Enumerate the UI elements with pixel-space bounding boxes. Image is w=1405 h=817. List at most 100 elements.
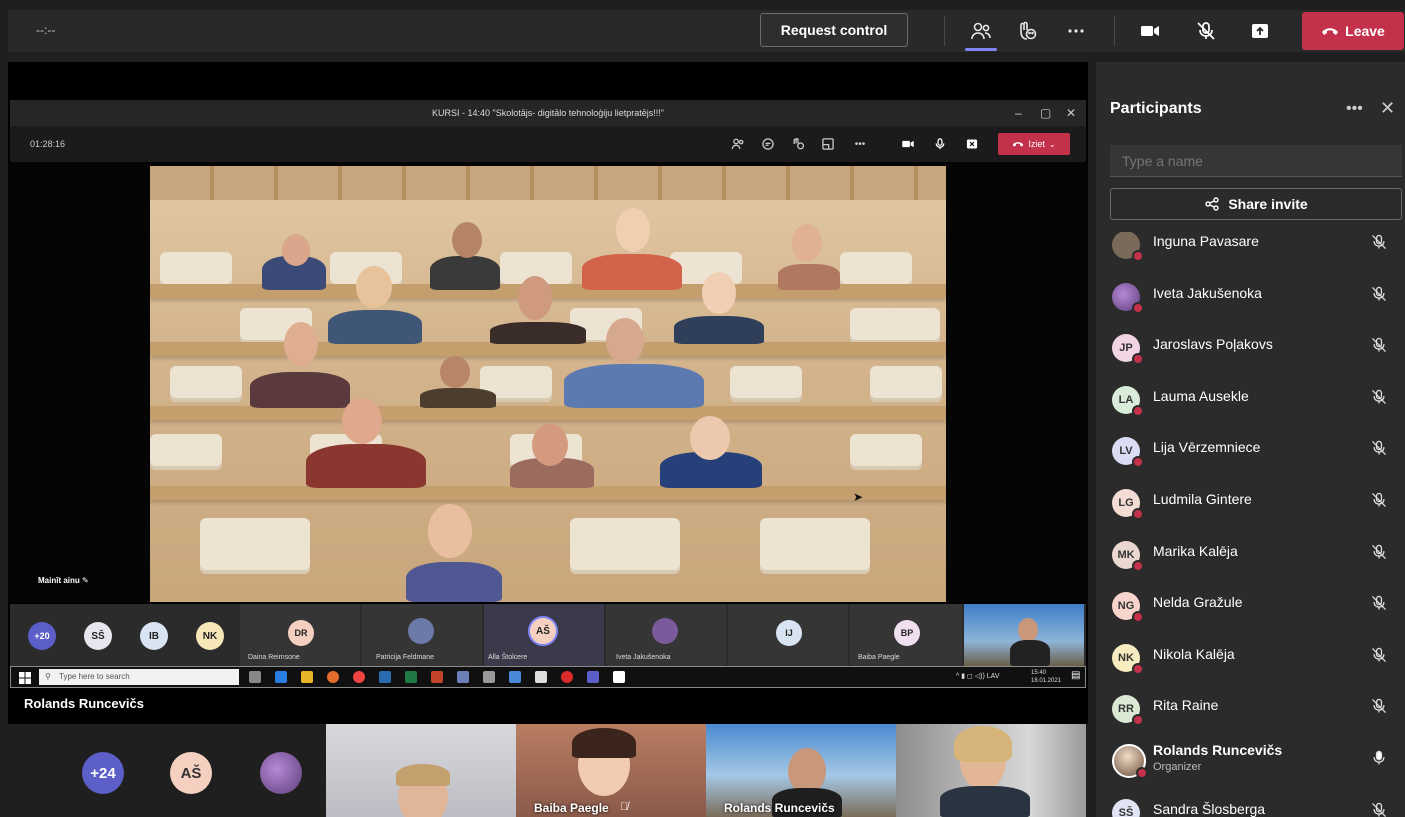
participant-initials: LV [1119, 445, 1133, 458]
minimize-icon: – [1015, 106, 1022, 120]
shared-more-icon: ••• [854, 138, 866, 150]
participant-initials: JP [1119, 342, 1133, 355]
seat [850, 308, 940, 344]
attendee-figure [778, 264, 840, 290]
participant-avatar: JP [1112, 334, 1144, 366]
video-person-hair [396, 764, 450, 786]
participant-avatar: LG [1112, 489, 1144, 520]
participant-avatar: RR [1112, 695, 1144, 727]
attendee-figure [490, 322, 586, 344]
video-tile[interactable] [896, 724, 1086, 817]
participant-row[interactable]: LG Ludmila Gintere [1096, 478, 1405, 529]
app-icon [509, 671, 521, 683]
photo-avatar[interactable] [260, 752, 302, 794]
presence-dot [1132, 714, 1144, 727]
participant-name: Iveta Jakušenoka [1153, 284, 1262, 301]
participant-name: Sandra Šlosberga [1153, 800, 1266, 817]
participant-name: Jaroslavs Poļakovs [1153, 336, 1273, 353]
attendee-head [452, 222, 482, 258]
participant-name: Lauma Ausekle [1153, 387, 1249, 404]
reactions-icon[interactable] [1011, 15, 1043, 47]
participant-name: Inguna Pavasare [1153, 233, 1259, 249]
participant-initials: NG [1117, 600, 1135, 613]
presence-dot [1132, 611, 1144, 624]
powerpoint-icon [431, 671, 443, 683]
close-icon: ✕ [1066, 106, 1077, 120]
participants-icon[interactable] [965, 15, 997, 47]
participant-avatar: LA [1112, 385, 1144, 417]
mic-muted-icon [1371, 544, 1387, 559]
strip-tile: BP Baiba Paegle [850, 604, 962, 666]
photos-icon [613, 671, 625, 683]
toolbar-divider [944, 16, 945, 46]
strip-name: Patricija Feldmane [376, 654, 434, 661]
video-tile-name: Baiba Paegle [534, 801, 609, 815]
participant-row[interactable]: NG Nelda Gražule [1096, 581, 1405, 632]
participant-row[interactable]: JP Jaroslavs Poļakovs [1096, 323, 1405, 374]
strip-avatar: NK [196, 622, 224, 650]
participant-row[interactable]: SŠ Sandra Šlosberga [1096, 788, 1405, 817]
participant-row[interactable]: LV Lija Vērzemniece [1096, 426, 1405, 477]
participant-row[interactable]: Iveta Jakušenoka [1096, 272, 1405, 323]
mic-muted-icon [1371, 595, 1387, 611]
panel-title: Participants [1110, 100, 1202, 117]
app-icon [457, 671, 469, 683]
mic-muted-icon [1371, 699, 1387, 714]
participant-row[interactable]: Inguna Pavasare [1096, 232, 1405, 271]
attendee-figure [250, 372, 350, 408]
auditorium-ceiling [150, 166, 946, 200]
strip-name: Baiba Paegle [858, 654, 900, 661]
virtual-auditorium-scene [150, 166, 946, 602]
overflow-count-badge[interactable]: +24 [82, 752, 124, 794]
shared-participant-strip: +20 SŠ IB NK DR Daina Reimsone Patricija… [10, 604, 1086, 666]
attendee-head [518, 276, 552, 320]
attendee-figure [406, 562, 502, 602]
shared-window-titlebar: KURSI - 14:40 "Skolotājs- digitālo tehno… [10, 100, 1086, 126]
presence-dot [1132, 662, 1144, 675]
participant-row[interactable]: MK Marika Kalēja [1096, 530, 1405, 581]
strip-avatar: SŠ [84, 622, 112, 650]
video-tile-name: Rolands Runcevičs [724, 801, 835, 815]
system-tray: ^ ▮ ◻ ◁)) LAV [956, 673, 1000, 680]
participant-name: Ludmila Gintere [1153, 491, 1252, 507]
seat [570, 518, 680, 574]
share-invite-button[interactable]: Share invite [1110, 188, 1402, 220]
more-options-icon[interactable]: ••• [1346, 100, 1363, 118]
presence-dot [1132, 508, 1144, 520]
attendee-head [356, 266, 392, 308]
participant-avatar[interactable]: AŠ [170, 752, 212, 794]
change-scene-link: Mainīt ainu ✎ [38, 576, 89, 585]
shared-screen-stage: KURSI - 14:40 "Skolotājs- digitālo tehno… [8, 62, 1088, 724]
video-tile[interactable] [326, 724, 516, 817]
auditorium-row [150, 486, 946, 500]
leave-button[interactable]: Leave [1302, 12, 1404, 50]
maximize-icon: ▢ [1040, 106, 1052, 120]
more-actions-icon[interactable] [1060, 15, 1092, 47]
close-icon[interactable]: ✕ [1380, 98, 1395, 119]
camera-icon[interactable] [1134, 15, 1166, 47]
notifications-icon: ▤ [1071, 670, 1081, 681]
task-view-icon [249, 671, 261, 683]
participant-row[interactable]: NK Nikola Kalēja [1096, 633, 1405, 684]
participant-name: Nikola Kalēja [1153, 645, 1235, 662]
mic-muted-icon [1371, 286, 1387, 301]
file-explorer-icon [301, 671, 313, 683]
share-tray-icon[interactable] [1244, 15, 1276, 47]
participant-name: Rita Raine [1153, 697, 1219, 714]
seat [200, 518, 310, 574]
video-tile[interactable]: Baiba Paegle 🎙̸ [516, 724, 706, 817]
overflow-count-badge: +20 [28, 622, 56, 650]
participant-row[interactable]: RR Rita Raine [1096, 684, 1405, 735]
mic-muted-icon[interactable] [1190, 15, 1222, 47]
strip-avatar: AŠ [528, 616, 558, 646]
shared-stop-share-icon [962, 135, 982, 153]
request-control-button[interactable]: Request control [760, 13, 908, 47]
participant-row[interactable]: LA Lauma Ausekle [1096, 375, 1405, 426]
mic-icon [1373, 750, 1385, 765]
shared-leave-label: Iziet [1028, 139, 1045, 149]
presence-dot [1132, 559, 1144, 572]
participant-row[interactable]: Rolands Runcevičs Organizer [1096, 736, 1405, 787]
participant-search-input[interactable] [1110, 145, 1402, 177]
video-tile[interactable]: Rolands Runcevičs [706, 724, 896, 817]
presence-dot [1136, 767, 1148, 779]
